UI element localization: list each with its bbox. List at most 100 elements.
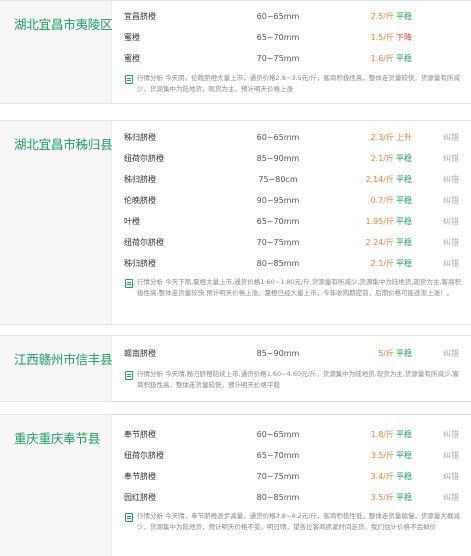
fruit-size: 65~70mm — [256, 217, 300, 226]
report-error-link[interactable]: 纠错 — [443, 148, 459, 169]
variety-name: 秭归脐橙 — [124, 133, 156, 142]
price-row: 秭归脐橙 75~80cm 2.14/斤 平稳 纠错 — [113, 169, 471, 190]
document-icon — [125, 513, 133, 522]
report-error-link[interactable]: 纠错 — [443, 211, 459, 232]
region-name[interactable]: 湖北宜昌市秭归县 — [14, 134, 113, 153]
trend-label: 平稳 — [396, 493, 412, 502]
analysis-text: 行情分析 今天下雨,夏橙大量上市,通货价格1.60~1.80元/斤,货源量有所减… — [137, 278, 462, 297]
price-row: 秭归脐橙 80~85mm 2.1/斤 平稳 纠错 — [113, 253, 471, 274]
fruit-size: 75~80cm — [258, 175, 298, 184]
price-row: 叶橙 65~70mm 1.95/斤 平稳 纠错 — [113, 211, 471, 232]
analysis-text: 行情分析 今天阴，伦晚脐橙大量上市，通货价格2.8~3.5元/斤，客商积极性高，… — [137, 74, 460, 93]
price-row: 蜜橙 65~70mm 1.5/斤 下降 — [113, 27, 471, 48]
fruit-size: 90~95mm — [256, 196, 300, 205]
fruit-size: 70~75mm — [256, 472, 300, 481]
trend-label: 平稳 — [396, 54, 412, 63]
report-error-link[interactable]: 纠错 — [443, 127, 459, 148]
trend-label: 平稳 — [396, 451, 412, 460]
region-name[interactable]: 重庆重庆奉节县 — [14, 428, 100, 447]
trend-label: 上升 — [396, 133, 412, 142]
price-row: 赣南脐橙 85~90mm 5/斤 平稳 纠错 — [113, 343, 471, 364]
market-block-zigui: 湖北宜昌市秭归县 秭归脐橙 60~65mm 2.3/斤 上升 纠错 纽荷尔脐橙 … — [0, 120, 471, 325]
fruit-size: 85~90mm — [256, 154, 300, 163]
trend-label: 平稳 — [396, 259, 412, 268]
trend-label: 平稳 — [396, 12, 412, 21]
variety-name: 纽荷尔脐橙 — [124, 154, 164, 163]
price-value: 2.1/斤 — [370, 154, 394, 163]
price-row: 秭归脐橙 60~65mm 2.3/斤 上升 纠错 — [113, 127, 471, 148]
variety-name: 伦晚脐橙 — [124, 196, 156, 205]
report-error-link[interactable]: 纠错 — [443, 424, 459, 445]
variety-name: 秭归脐橙 — [124, 175, 156, 184]
price-value: 1.5/斤 — [370, 33, 394, 42]
report-error-link[interactable]: 纠错 — [443, 487, 459, 508]
price-value: 1.6/斤 — [370, 54, 394, 63]
document-icon — [125, 75, 133, 84]
fruit-size: 60~65mm — [256, 133, 300, 142]
report-error-link[interactable]: 纠错 — [443, 169, 459, 190]
price-row: 奉节脐橙 60~65mm 1.8/斤 平稳 纠错 — [113, 424, 471, 445]
analysis-text: 行情分析 今天晴,秭归脐橙陆续上市,通货价格1.60~4.60元/斤。货源集中为… — [137, 370, 459, 389]
price-row: 园红脐橙 80~85mm 3.5/斤 平稳 纠错 — [113, 487, 471, 508]
price-row: 伦晚脐橙 90~95mm 0.7/斤 平稳 纠错 — [113, 190, 471, 211]
document-icon — [125, 371, 133, 380]
price-value: 1.8/斤 — [370, 430, 394, 439]
price-value: 2.5/斤 — [370, 12, 394, 21]
variety-name: 园红脐橙 — [124, 493, 156, 502]
fruit-size: 65~70mm — [256, 451, 300, 460]
price-row: 纽荷尔脐橙 85~90mm 2.1/斤 平稳 纠错 — [113, 148, 471, 169]
region-cell: 湖北宜昌市秭归县 — [0, 121, 113, 324]
price-value: 0.7/斤 — [370, 196, 394, 205]
variety-name: 秭归脐橙 — [124, 259, 156, 268]
document-icon — [125, 279, 133, 288]
fruit-size: 65~70mm — [256, 33, 300, 42]
price-row: 纽荷尔脐橙 70~75mm 2.24/斤 平稳 纠错 — [113, 232, 471, 253]
trend-label: 下降 — [396, 33, 412, 42]
report-error-link[interactable]: 纠错 — [443, 343, 459, 364]
market-block-xinfeng: 江西赣州市信丰县 赣南脐橙 85~90mm 5/斤 平稳 纠错 行情分析 今天晴… — [0, 335, 471, 402]
variety-name: 赣南脐橙 — [124, 349, 156, 358]
price-value: 2.1/斤 — [370, 259, 394, 268]
fruit-size: 85~90mm — [256, 349, 300, 358]
variety-name: 蜜橙 — [124, 54, 140, 63]
variety-name: 叶橙 — [124, 217, 140, 226]
price-value: 5/斤 — [378, 349, 394, 358]
trend-label: 平稳 — [396, 430, 412, 439]
price-row: 蜜橙 70~75mm 1.6/斤 平稳 — [113, 48, 471, 69]
trend-label: 平稳 — [396, 154, 412, 163]
report-error-link[interactable]: 纠错 — [443, 190, 459, 211]
price-row: 宜昌脐橙 60~65mm 2.5/斤 平稳 — [113, 6, 471, 27]
price-value: 2.14/斤 — [365, 175, 394, 184]
variety-name: 蜜橙 — [124, 33, 140, 42]
price-value: 1.95/斤 — [365, 217, 394, 226]
price-row: 纽荷尔脐橙 65~70mm 3.5/斤 平稳 纠错 — [113, 445, 471, 466]
fruit-size: 70~75mm — [256, 238, 300, 247]
report-error-link[interactable]: 纠错 — [443, 445, 459, 466]
price-value: 3.5/斤 — [370, 493, 394, 502]
variety-name: 纽荷尔脐橙 — [124, 238, 164, 247]
report-error-link[interactable]: 纠错 — [443, 466, 459, 487]
region-name[interactable]: 湖北宜昌市夷陵区 — [14, 14, 113, 33]
variety-name: 奉节脐橙 — [124, 472, 156, 481]
market-analysis: 行情分析 今天晴，奉节脐橙逐步减量，通货价格3.8~4.2元/斤，客商积极性低，… — [113, 511, 471, 533]
market-block-fengjie: 重庆重庆奉节县 奉节脐橙 60~65mm 1.8/斤 平稳 纠错 纽荷尔脐橙 6… — [0, 414, 471, 556]
trend-label: 平稳 — [396, 217, 412, 226]
market-analysis: 行情分析 今天阴，伦晚脐橙大量上市，通货价格2.8~3.5元/斤，客商积极性高，… — [113, 73, 471, 95]
market-analysis: 行情分析 今天晴,秭归脐橙陆续上市,通货价格1.60~4.60元/斤。货源集中为… — [113, 369, 471, 391]
price-value: 3.5/斤 — [370, 451, 394, 460]
trend-label: 平稳 — [396, 196, 412, 205]
region-cell: 重庆重庆奉节县 — [0, 415, 112, 556]
region-cell: 江西赣州市信丰县 — [0, 336, 113, 401]
variety-name: 宜昌脐橙 — [124, 12, 156, 21]
fruit-size: 80~85mm — [256, 259, 300, 268]
fruit-size: 80~85mm — [256, 493, 300, 502]
region-name[interactable]: 江西赣州市信丰县 — [14, 349, 113, 368]
price-value: 3.4/斤 — [370, 472, 394, 481]
trend-label: 平稳 — [396, 238, 412, 247]
variety-name: 纽荷尔脐橙 — [124, 451, 164, 460]
variety-name: 奉节脐橙 — [124, 430, 156, 439]
trend-label: 平稳 — [396, 175, 412, 184]
trend-label: 平稳 — [396, 349, 412, 358]
report-error-link[interactable]: 纠错 — [443, 232, 459, 253]
report-error-link[interactable]: 纠错 — [443, 253, 459, 274]
